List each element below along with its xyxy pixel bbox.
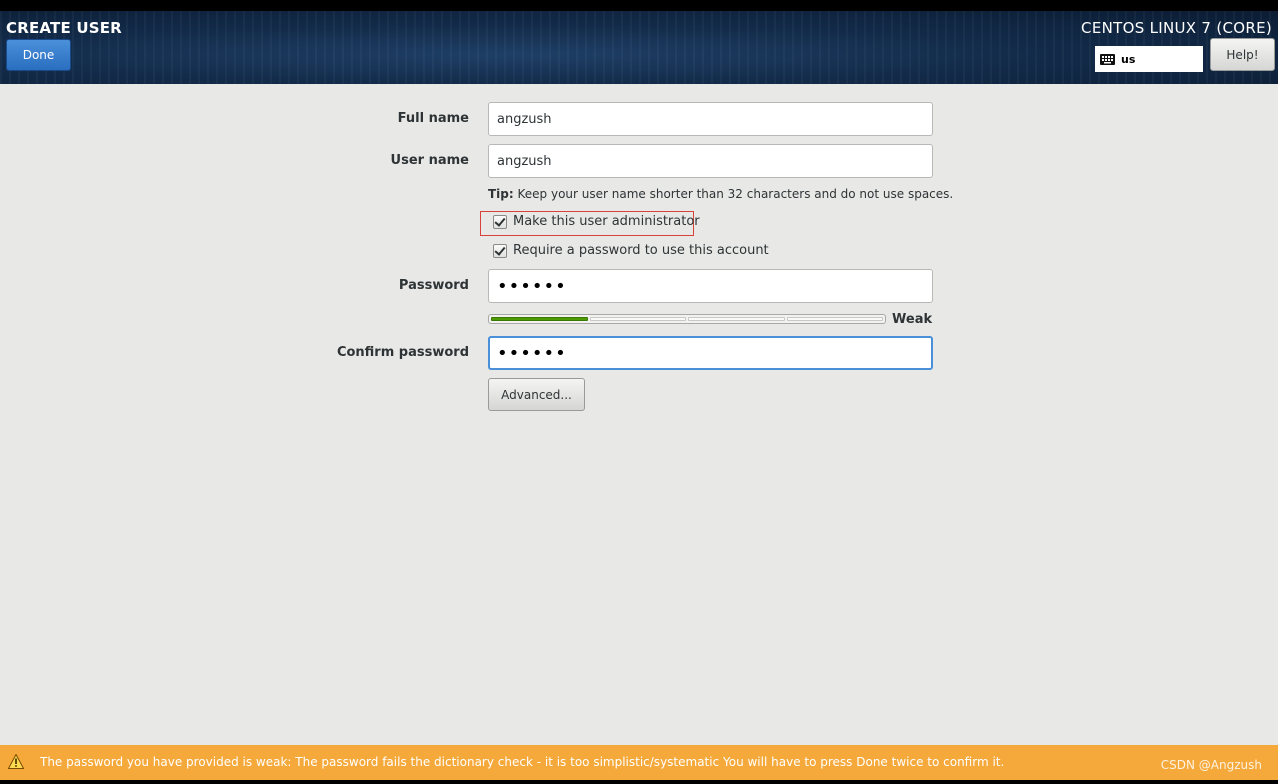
user-name-field[interactable]: angzush	[488, 144, 933, 178]
bottom-black-strip	[0, 780, 1278, 784]
done-button[interactable]: Done	[6, 39, 71, 71]
top-black-strip	[0, 0, 1278, 11]
require-password-checkbox-row[interactable]: Require a password to use this account	[493, 243, 769, 258]
full-name-field[interactable]: angzush	[488, 102, 933, 136]
watermark: CSDN @Angzush	[1160, 758, 1262, 772]
confirm-password-label: Confirm password	[336, 345, 469, 360]
admin-checkbox-label: Make this user administrator	[513, 214, 700, 229]
password-strength-meter	[488, 314, 886, 324]
username-tip: Tip: Keep your user name shorter than 32…	[488, 187, 953, 201]
strength-segment	[688, 317, 785, 321]
help-button[interactable]: Help!	[1210, 38, 1275, 71]
full-name-label: Full name	[397, 111, 469, 126]
strength-segment	[589, 317, 686, 321]
tip-text: Keep your user name shorter than 32 char…	[513, 187, 954, 201]
admin-checkbox[interactable]	[493, 214, 507, 229]
header-bar: CREATE USER CENTOS LINUX 7 (CORE) Done u…	[0, 11, 1278, 84]
strength-segment	[491, 317, 588, 321]
keyboard-icon	[1100, 53, 1115, 65]
keyboard-layout-label: us	[1121, 52, 1136, 66]
confirm-password-field[interactable]: ••••••	[488, 336, 933, 370]
page-title: CREATE USER	[6, 19, 122, 37]
warning-bar[interactable]: The password you have provided is weak: …	[0, 745, 1278, 780]
require-password-checkbox[interactable]	[493, 243, 507, 258]
keyboard-layout-indicator[interactable]: us	[1095, 46, 1203, 72]
admin-checkbox-row[interactable]: Make this user administrator	[493, 214, 700, 229]
strength-label: Weak	[892, 312, 933, 327]
require-password-label: Require a password to use this account	[513, 243, 769, 258]
user-name-label: User name	[390, 153, 469, 168]
warning-text: The password you have provided is weak: …	[40, 755, 1005, 769]
password-field[interactable]: ••••••	[488, 269, 933, 303]
product-name: CENTOS LINUX 7 (CORE)	[1081, 19, 1272, 37]
advanced-button[interactable]: Advanced...	[488, 378, 585, 411]
warning-icon	[8, 754, 24, 769]
strength-segment	[786, 317, 883, 321]
password-label: Password	[398, 278, 469, 293]
tip-prefix: Tip:	[488, 187, 514, 201]
